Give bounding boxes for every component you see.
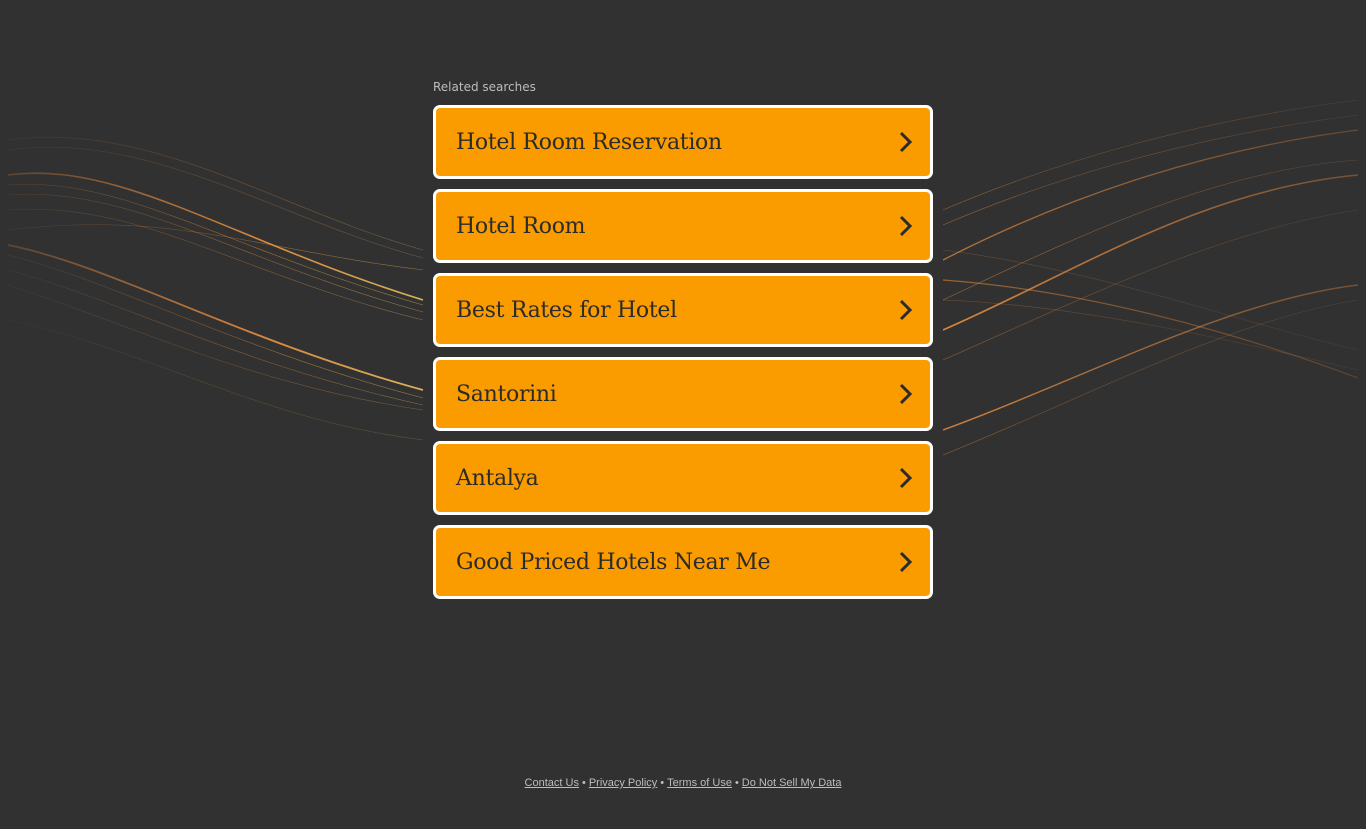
search-link-label: Hotel Room Reservation (456, 129, 722, 155)
chevron-right-icon (896, 214, 916, 238)
search-link-hotel-room-reservation[interactable]: Hotel Room Reservation (433, 105, 933, 179)
search-link-label: Good Priced Hotels Near Me (456, 549, 771, 575)
footer: Contact Us • Privacy Policy • Terms of Use • D… (0, 777, 1366, 789)
chevron-right-icon (896, 298, 916, 322)
footer-separator: • (734, 777, 739, 789)
search-link-santorini[interactable]: Santorini (433, 357, 933, 431)
privacy-policy-link[interactable]: Privacy Policy (589, 777, 657, 789)
search-link-best-rates-for-hotel[interactable]: Best Rates for Hotel (433, 273, 933, 347)
contact-us-link[interactable]: Contact Us (525, 777, 579, 789)
search-link-antalya[interactable]: Antalya (433, 441, 933, 515)
search-link-label: Antalya (456, 465, 539, 491)
related-searches: Related searches Hotel Room Reservation … (433, 79, 933, 609)
chevron-right-icon (896, 130, 916, 154)
chevron-right-icon (896, 550, 916, 574)
chevron-right-icon (896, 466, 916, 490)
search-link-label: Hotel Room (456, 213, 586, 239)
footer-separator: • (660, 777, 665, 789)
search-link-label: Santorini (456, 381, 557, 407)
search-link-hotel-room[interactable]: Hotel Room (433, 189, 933, 263)
footer-separator: • (581, 777, 586, 789)
search-link-good-priced-hotels-near-me[interactable]: Good Priced Hotels Near Me (433, 525, 933, 599)
terms-of-use-link[interactable]: Terms of Use (667, 777, 732, 789)
do-not-sell-my-data-link[interactable]: Do Not Sell My Data (742, 777, 842, 789)
search-link-label: Best Rates for Hotel (456, 297, 677, 323)
related-searches-title: Related searches (433, 80, 536, 94)
chevron-right-icon (896, 382, 916, 406)
